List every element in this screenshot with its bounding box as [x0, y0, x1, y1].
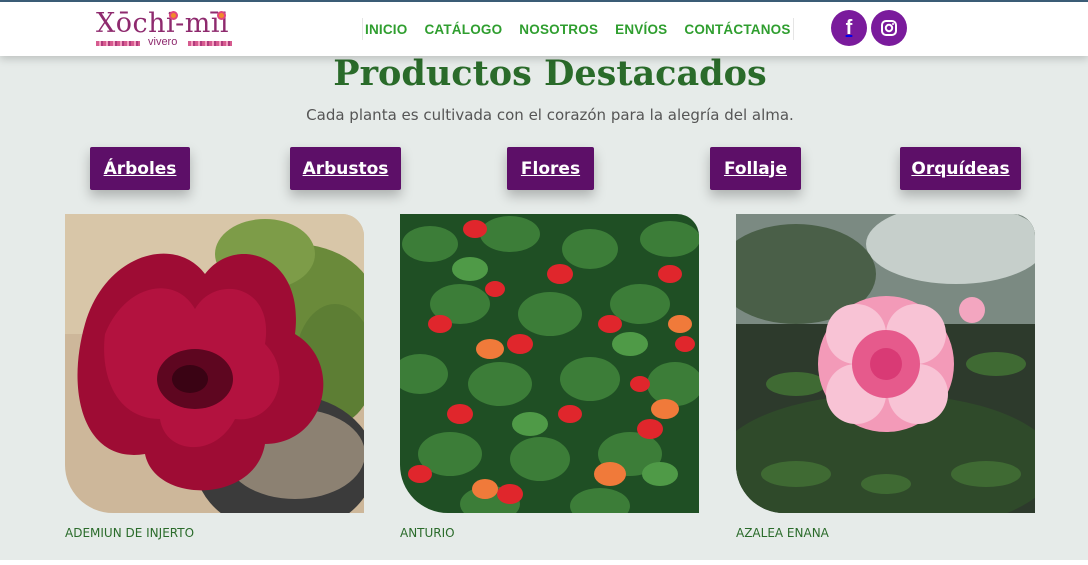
product-card[interactable]: ADEMIUN DE INJERTO	[65, 214, 364, 540]
logo-flower-icon	[169, 11, 178, 20]
instagram-icon	[881, 20, 897, 36]
category-arboles-button[interactable]: Árboles	[90, 147, 190, 190]
product-image-adenium[interactable]	[65, 214, 364, 513]
logo-pattern	[96, 41, 140, 46]
product-name[interactable]: ANTURIO	[400, 526, 699, 540]
product-name[interactable]: ADEMIUN DE INJERTO	[65, 526, 364, 540]
category-follaje-button[interactable]: Follaje	[710, 147, 801, 190]
instagram-button[interactable]	[871, 10, 907, 46]
facebook-button[interactable]: f	[831, 10, 867, 46]
product-card[interactable]: AZALEA ENANA	[736, 214, 1035, 540]
logo-flower-icon	[217, 11, 226, 20]
page-title: Productos Destacados	[333, 53, 767, 94]
category-arbustos-button[interactable]: Arbustos	[290, 147, 401, 190]
nav-contactanos[interactable]: CONTÁCTANOS	[684, 22, 790, 37]
logo-pattern	[188, 41, 232, 46]
product-name[interactable]: AZALEA ENANA	[736, 526, 1035, 540]
logo-wordmark: Xōchi-mīl	[96, 8, 230, 39]
footer-edge	[0, 560, 1088, 565]
product-image-azalea[interactable]	[736, 214, 1035, 513]
logo[interactable]: Xōchi-mīl vivero	[96, 8, 241, 52]
nav-envios[interactable]: ENVÍOS	[615, 22, 667, 37]
category-flores-button[interactable]: Flores	[507, 147, 594, 190]
page-subtitle: Cada planta es cultivada con el corazón …	[306, 106, 794, 124]
nav-catalogo[interactable]: CATÁLOGO	[424, 22, 502, 37]
product-image-anturio[interactable]	[400, 214, 699, 513]
nav-inicio[interactable]: INICIO	[365, 22, 407, 37]
facebook-icon: f	[845, 17, 853, 39]
main-nav: INICIO CATÁLOGO NOSOTROS ENVÍOS CONTÁCTA…	[362, 18, 794, 40]
site-header: Xōchi-mīl vivero INICIO CATÁLOGO NOSOTRO…	[0, 2, 1088, 56]
logo-subtitle: vivero	[148, 36, 178, 48]
category-orquideas-button[interactable]: Orquídeas	[900, 147, 1021, 190]
nav-nosotros[interactable]: NOSOTROS	[519, 22, 598, 37]
product-card[interactable]: ANTURIO	[400, 214, 699, 540]
